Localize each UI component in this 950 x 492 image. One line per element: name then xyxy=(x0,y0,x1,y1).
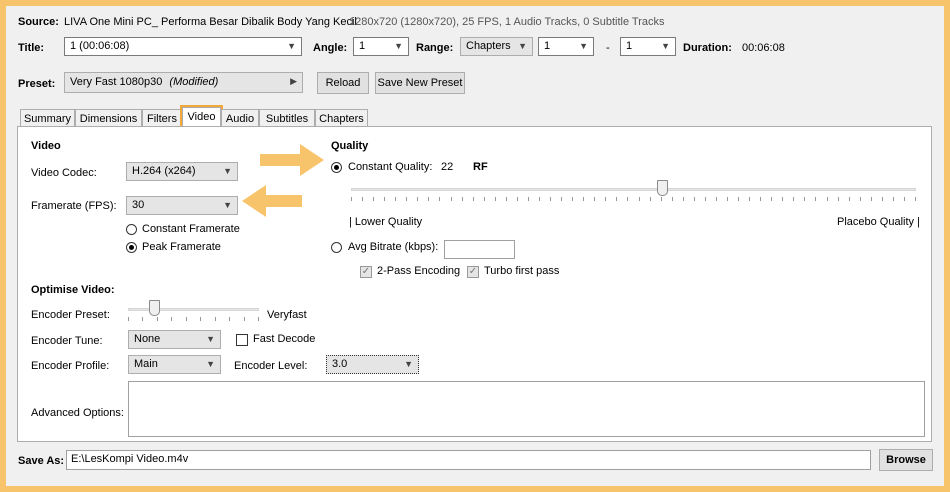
constant-framerate-label: Constant Framerate xyxy=(142,223,240,235)
encoder-profile-label: Encoder Profile: xyxy=(31,360,110,372)
range-label: Range: xyxy=(416,42,454,54)
chevron-down-icon: ▼ xyxy=(206,359,215,369)
encoder-preset-label: Encoder Preset: xyxy=(31,309,110,321)
angle-select[interactable]: 1 ▼ xyxy=(353,37,409,56)
source-info: 1280x720 (1280x720), 25 FPS, 1 Audio Tra… xyxy=(349,16,665,28)
encoder-preset-thumb[interactable] xyxy=(149,300,161,316)
advanced-options-label: Advanced Options: xyxy=(31,407,124,419)
rf-slider-track[interactable] xyxy=(351,188,916,191)
tab-dimensions[interactable]: Dimensions xyxy=(75,109,142,127)
tab-subtitles[interactable]: Subtitles xyxy=(259,109,315,127)
chevron-down-icon: ▼ xyxy=(287,41,296,51)
encoder-preset-ticks xyxy=(128,317,259,321)
two-pass-label: 2-Pass Encoding xyxy=(377,265,461,277)
title-label: Title: xyxy=(18,42,45,54)
avg-bitrate-radio[interactable] xyxy=(331,242,342,253)
constant-framerate-radio[interactable] xyxy=(126,224,137,235)
save-as-label: Save As: xyxy=(18,455,65,467)
chevron-down-icon: ▼ xyxy=(223,200,232,210)
chevron-down-icon: ▼ xyxy=(206,334,215,344)
framerate-value: 30 xyxy=(132,199,145,211)
range-end-select[interactable]: 1 ▼ xyxy=(620,37,676,56)
save-new-preset-button[interactable]: Save New Preset xyxy=(375,72,465,94)
constant-quality-radio[interactable] xyxy=(331,162,342,173)
range-separator: - xyxy=(606,42,610,54)
encoder-preset-value: Veryfast xyxy=(267,309,307,321)
framerate-select[interactable]: 30 ▼ xyxy=(126,196,238,215)
chevron-down-icon: ▼ xyxy=(404,359,413,369)
preset-select[interactable]: Very Fast 1080p30 (Modified) ▶ xyxy=(64,72,303,93)
tab-video[interactable]: Video xyxy=(180,105,223,129)
encoder-tune-value: None xyxy=(134,333,161,345)
chevron-down-icon: ▼ xyxy=(223,166,232,176)
video-tab-panel: Video Video Codec: H.264 (x264) ▼ Framera… xyxy=(17,126,932,442)
tab-chapters[interactable]: Chapters xyxy=(315,109,368,127)
duration-label: Duration: xyxy=(683,42,732,54)
angle-select-value: 1 xyxy=(359,40,366,52)
chevron-down-icon: ▼ xyxy=(394,41,403,51)
turbo-first-pass-checkbox[interactable]: ✓ xyxy=(467,266,479,278)
tab-filters[interactable]: Filters xyxy=(142,109,182,127)
avg-bitrate-input[interactable] xyxy=(444,240,515,259)
rf-slider-thumb[interactable] xyxy=(656,180,668,196)
save-as-path-input[interactable]: E:\LesKompi Video.m4v xyxy=(66,450,871,470)
video-section-title: Video xyxy=(31,140,61,152)
avg-bitrate-label: Avg Bitrate (kbps): xyxy=(348,241,439,253)
reload-button[interactable]: Reload xyxy=(317,72,369,94)
range-end-value: 1 xyxy=(626,40,633,52)
preset-modified: (Modified) xyxy=(169,76,219,88)
encoder-profile-value: Main xyxy=(134,358,158,370)
framerate-label: Framerate (FPS): xyxy=(31,200,117,212)
optimise-section-title: Optimise Video: xyxy=(31,284,115,296)
tab-audio[interactable]: Audio xyxy=(221,109,259,127)
chevron-down-icon: ▼ xyxy=(518,41,527,51)
range-start-select[interactable]: 1 ▼ xyxy=(538,37,594,56)
placebo-quality-label: Placebo Quality | xyxy=(837,216,920,228)
range-start-value: 1 xyxy=(544,40,551,52)
preset-label: Preset: xyxy=(18,78,56,90)
rf-label: RF xyxy=(473,161,488,173)
title-select[interactable]: 1 (00:06:08) ▼ xyxy=(64,37,302,56)
duration-value: 00:06:08 xyxy=(742,42,785,54)
peak-framerate-radio[interactable] xyxy=(126,242,137,253)
range-type-value: Chapters xyxy=(466,40,511,52)
rf-slider-ticks xyxy=(351,197,916,201)
preset-value: Very Fast 1080p30 xyxy=(70,76,163,88)
source-title: LIVA One Mini PC_ Performa Besar Dibalik… xyxy=(64,16,357,28)
encoder-tune-label: Encoder Tune: xyxy=(31,335,103,347)
encoder-preset-track[interactable] xyxy=(128,308,259,311)
arrow-left-icon xyxy=(242,185,302,217)
title-select-value: 1 (00:06:08) xyxy=(70,40,130,52)
chevron-down-icon: ▼ xyxy=(661,41,670,51)
fast-decode-label: Fast Decode xyxy=(253,333,316,345)
encoder-tune-select[interactable]: None ▼ xyxy=(128,330,221,349)
constant-quality-label: Constant Quality: xyxy=(348,161,433,173)
turbo-first-pass-label: Turbo first pass xyxy=(484,265,560,277)
video-codec-value: H.264 (x264) xyxy=(132,165,196,177)
two-pass-checkbox[interactable]: ✓ xyxy=(360,266,372,278)
encoder-level-label: Encoder Level: xyxy=(234,360,308,372)
encoder-profile-select[interactable]: Main ▼ xyxy=(128,355,221,374)
encoder-level-select[interactable]: 3.0 ▼ xyxy=(326,355,419,374)
tab-summary[interactable]: Summary xyxy=(20,109,75,127)
arrow-right-icon xyxy=(260,144,324,176)
source-label: Source: xyxy=(18,16,59,28)
advanced-options-textarea[interactable] xyxy=(128,381,925,437)
rf-value: 22 xyxy=(441,161,454,173)
angle-label: Angle: xyxy=(313,42,348,54)
video-codec-label: Video Codec: xyxy=(31,167,97,179)
handbrake-window: Source: LIVA One Mini PC_ Performa Besar… xyxy=(6,6,944,486)
lower-quality-label: | Lower Quality xyxy=(349,216,423,228)
fast-decode-checkbox[interactable] xyxy=(236,334,248,346)
peak-framerate-label: Peak Framerate xyxy=(142,241,221,253)
video-codec-select[interactable]: H.264 (x264) ▼ xyxy=(126,162,238,181)
browse-button[interactable]: Browse xyxy=(879,449,933,471)
encoder-level-value: 3.0 xyxy=(332,358,348,370)
range-type-select[interactable]: Chapters ▼ xyxy=(460,37,533,56)
chevron-down-icon: ▼ xyxy=(579,41,588,51)
quality-section-title: Quality xyxy=(331,140,369,152)
chevron-right-icon: ▶ xyxy=(290,76,297,86)
